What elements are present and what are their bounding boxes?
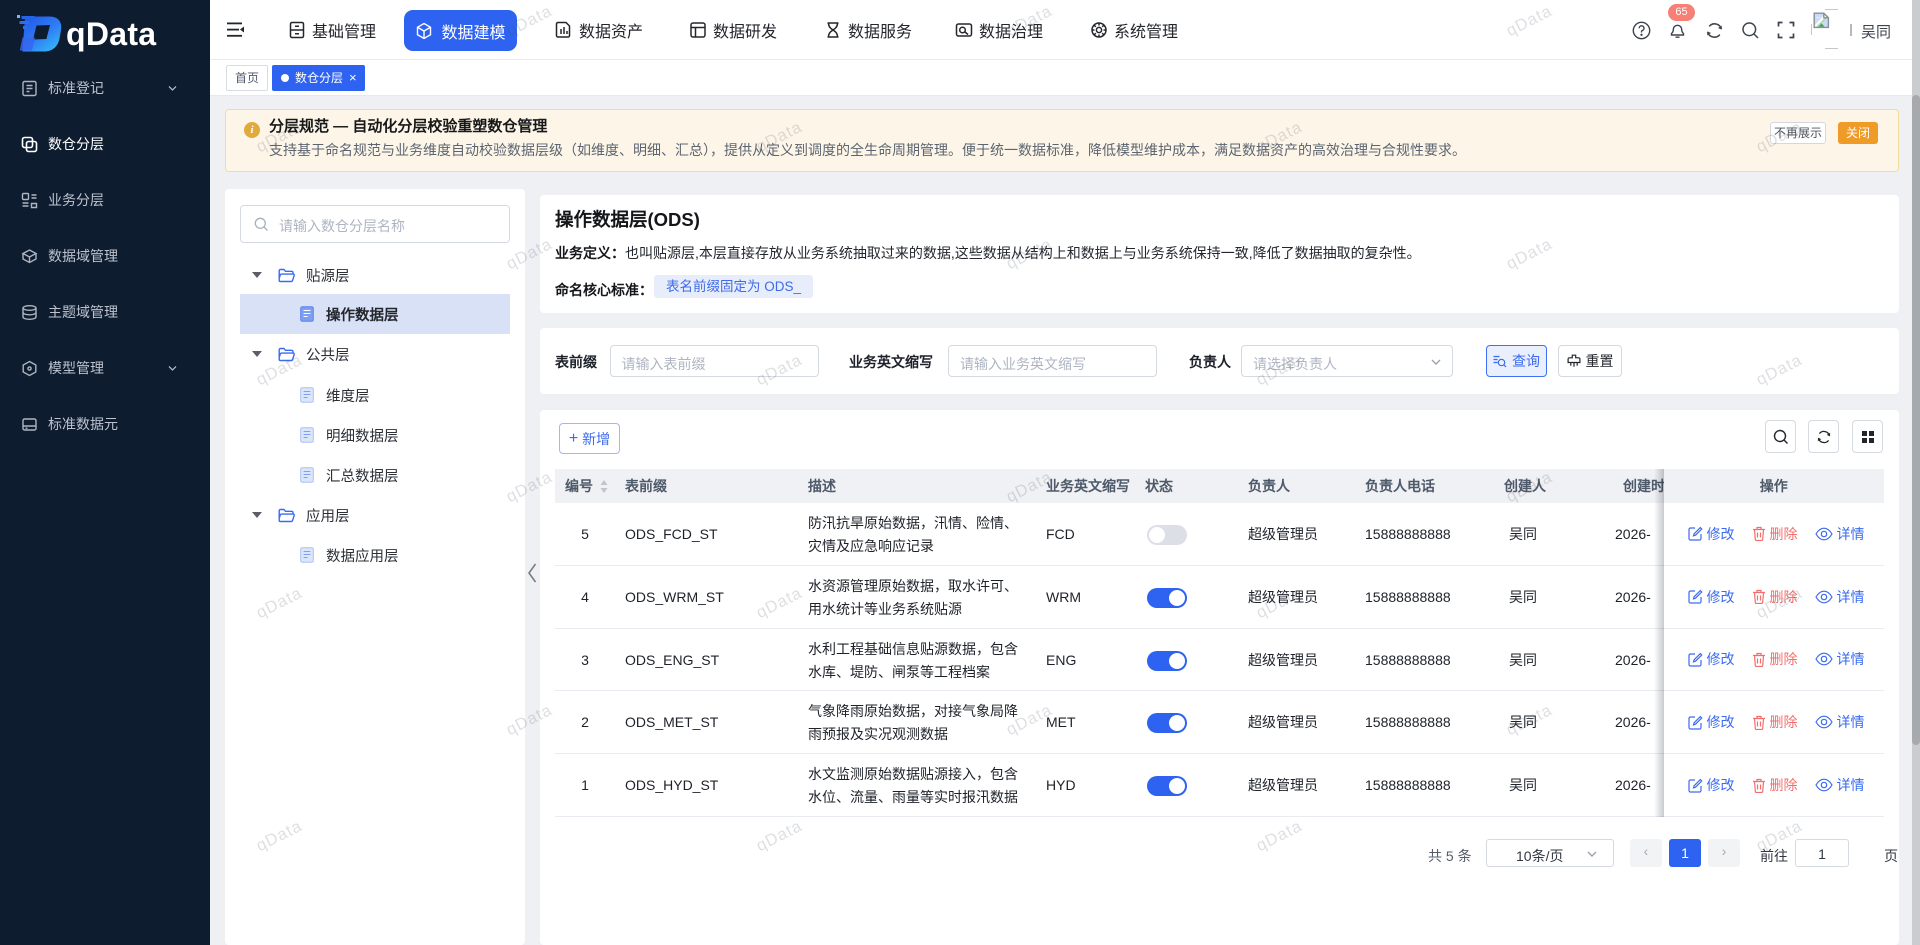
svg-text:qData: qData (66, 16, 156, 52)
